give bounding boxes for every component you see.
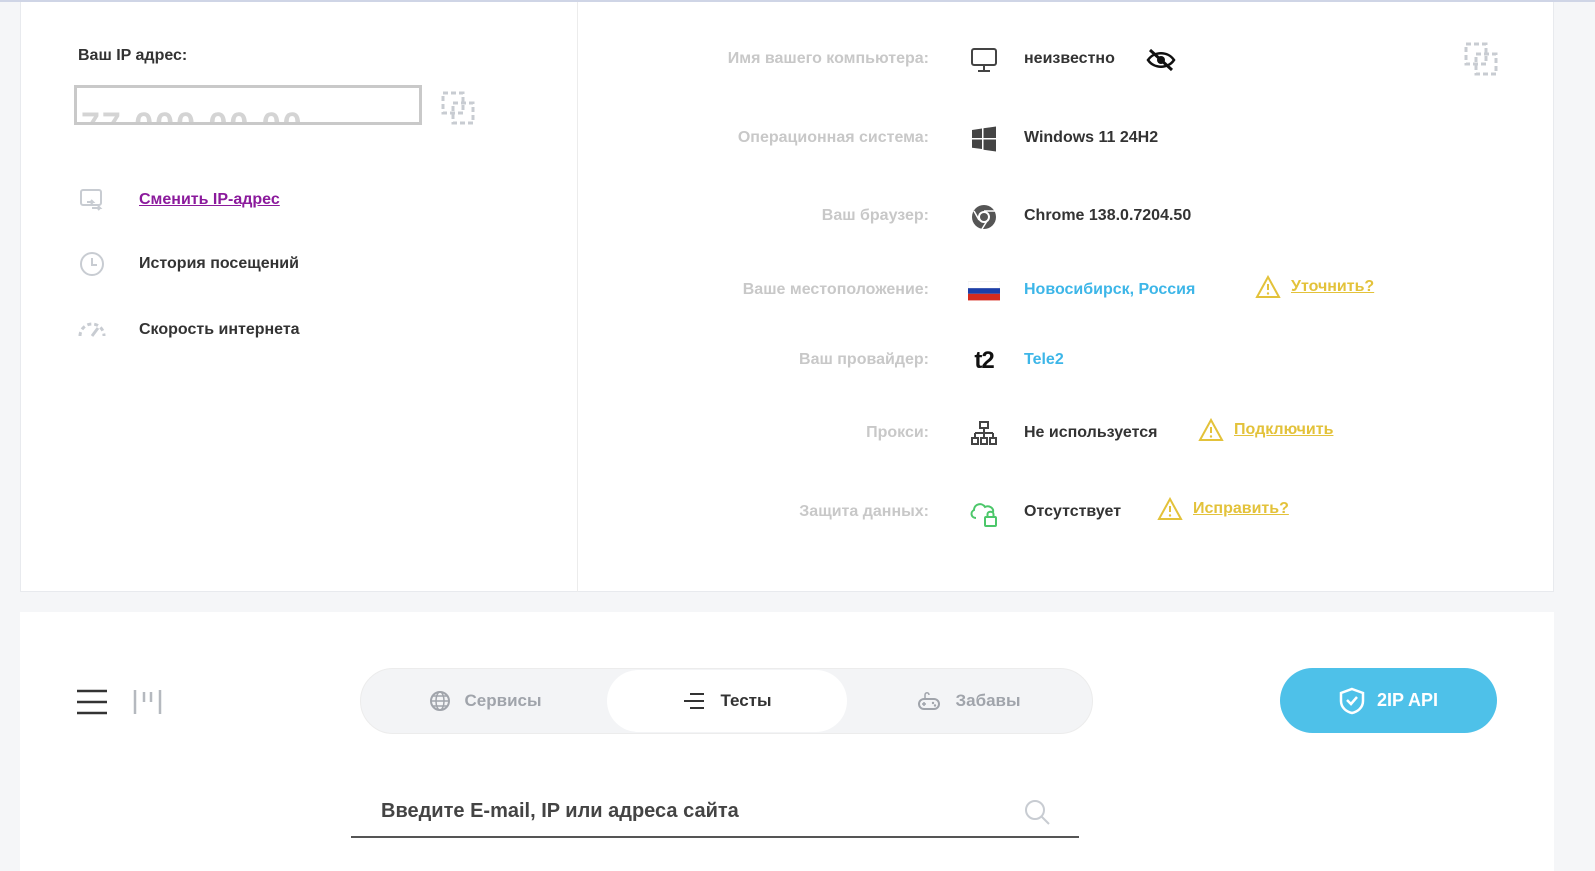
info-row-protection: Защита данных: Отсутствует Исправить? bbox=[578, 493, 1555, 533]
fix-protection-link[interactable]: Исправить? bbox=[1193, 500, 1289, 518]
change-ip-link[interactable]: Сменить IP-адрес bbox=[139, 191, 280, 209]
search-input[interactable] bbox=[351, 788, 1011, 834]
protection-label: Защита данных: bbox=[799, 503, 929, 520]
warning-icon bbox=[1157, 497, 1183, 520]
lines-icon bbox=[684, 693, 705, 709]
browser-value: Chrome 138.0.7204.50 bbox=[1024, 207, 1192, 224]
shield-icon bbox=[1339, 687, 1365, 714]
warning-icon bbox=[1198, 418, 1224, 441]
tab-tests[interactable]: Тесты bbox=[607, 670, 847, 732]
ip-info-card: Ваш IP адрес: 77.000.00.00 Сменить IP-ад… bbox=[20, 2, 1554, 592]
navigation-card: Сервисы Тесты Забавы 2IP API bbox=[20, 612, 1554, 871]
location-label: Ваше местоположение: bbox=[742, 281, 929, 298]
network-icon bbox=[968, 418, 1000, 450]
history-link[interactable]: История посещений bbox=[139, 255, 299, 273]
copy-info-icon[interactable] bbox=[1464, 42, 1498, 81]
refine-location-link[interactable]: Уточнить? bbox=[1291, 278, 1374, 296]
speedometer-icon bbox=[76, 314, 108, 346]
tab-tests-label: Тесты bbox=[720, 691, 772, 710]
api-button[interactable]: 2IP API bbox=[1280, 668, 1497, 733]
computer-value: неизвестно bbox=[1024, 50, 1115, 67]
os-label: Операционная система: bbox=[737, 129, 929, 146]
info-row-proxy: Прокси: Не используется Подключить bbox=[578, 414, 1555, 454]
search-icon[interactable] bbox=[1023, 798, 1051, 831]
ip-label: Ваш IP адрес: bbox=[78, 47, 188, 64]
location-value: Новосибирск, Россия bbox=[1024, 281, 1196, 298]
globe-icon bbox=[429, 691, 450, 711]
hidden-eye-icon[interactable] bbox=[1146, 48, 1176, 77]
chrome-icon bbox=[968, 201, 1000, 233]
provider-value: Tele2 bbox=[1024, 351, 1064, 368]
tab-services[interactable]: Сервисы bbox=[363, 670, 607, 732]
search-bar bbox=[351, 788, 1079, 838]
browser-label: Ваш браузер: bbox=[821, 207, 929, 224]
info-row-browser: Ваш браузер: Chrome 138.0.7204.50 bbox=[578, 197, 1555, 237]
speed-test-link[interactable]: Скорость интернета bbox=[139, 321, 300, 339]
provider-label: Ваш провайдер: bbox=[799, 351, 929, 368]
cloud-lock-icon bbox=[968, 497, 1000, 529]
info-row-provider: Ваш провайдер: t2 Tele2 bbox=[578, 341, 1555, 381]
proxy-connect[interactable]: Подключить bbox=[1198, 418, 1333, 442]
tab-fun-label: Забавы bbox=[955, 691, 1021, 710]
os-value: Windows 11 24H2 bbox=[1024, 129, 1159, 146]
api-button-label: 2IP API bbox=[1376, 690, 1439, 710]
windows-icon bbox=[968, 123, 1000, 155]
connect-proxy-link[interactable]: Подключить bbox=[1234, 421, 1333, 439]
menu-item-speed[interactable]: Скорость интернета bbox=[76, 314, 300, 346]
russia-flag-icon bbox=[968, 275, 1000, 307]
location-refine[interactable]: Уточнить? bbox=[1255, 275, 1374, 299]
info-row-computer: Имя вашего компьютера: неизвестно bbox=[578, 40, 1555, 80]
copy-ip-icon[interactable] bbox=[441, 91, 475, 130]
protection-value: Отсутствует bbox=[1024, 503, 1122, 520]
warning-icon bbox=[1255, 275, 1281, 298]
logo-icon[interactable] bbox=[132, 688, 162, 721]
monitor-icon bbox=[968, 44, 1000, 76]
change-ip-icon bbox=[76, 184, 108, 216]
protection-fix[interactable]: Исправить? bbox=[1157, 497, 1289, 521]
menu-item-history[interactable]: История посещений bbox=[76, 248, 299, 280]
computer-label: Имя вашего компьютера: bbox=[727, 50, 929, 67]
info-row-location: Ваше местоположение: Новосибирск, Россия… bbox=[578, 271, 1555, 311]
tab-services-label: Сервисы bbox=[464, 691, 542, 710]
ip-address-field[interactable]: 77.000.00.00 bbox=[74, 85, 422, 125]
history-icon bbox=[76, 248, 108, 280]
menu-item-change-ip[interactable]: Сменить IP-адрес bbox=[76, 184, 280, 216]
menu-burger-icon[interactable] bbox=[76, 688, 108, 721]
proxy-value: Не используется bbox=[1024, 424, 1158, 441]
proxy-label: Прокси: bbox=[866, 424, 929, 441]
ip-address-value: 77.000.00.00 bbox=[81, 106, 304, 125]
category-tabs: Сервисы Тесты Забавы bbox=[360, 668, 1093, 734]
info-row-os: Операционная система: Windows 11 24H2 bbox=[578, 119, 1555, 159]
gamepad-icon bbox=[918, 692, 941, 710]
t2-logo-icon: t2 bbox=[974, 347, 994, 374]
tab-fun[interactable]: Забавы bbox=[847, 670, 1091, 732]
